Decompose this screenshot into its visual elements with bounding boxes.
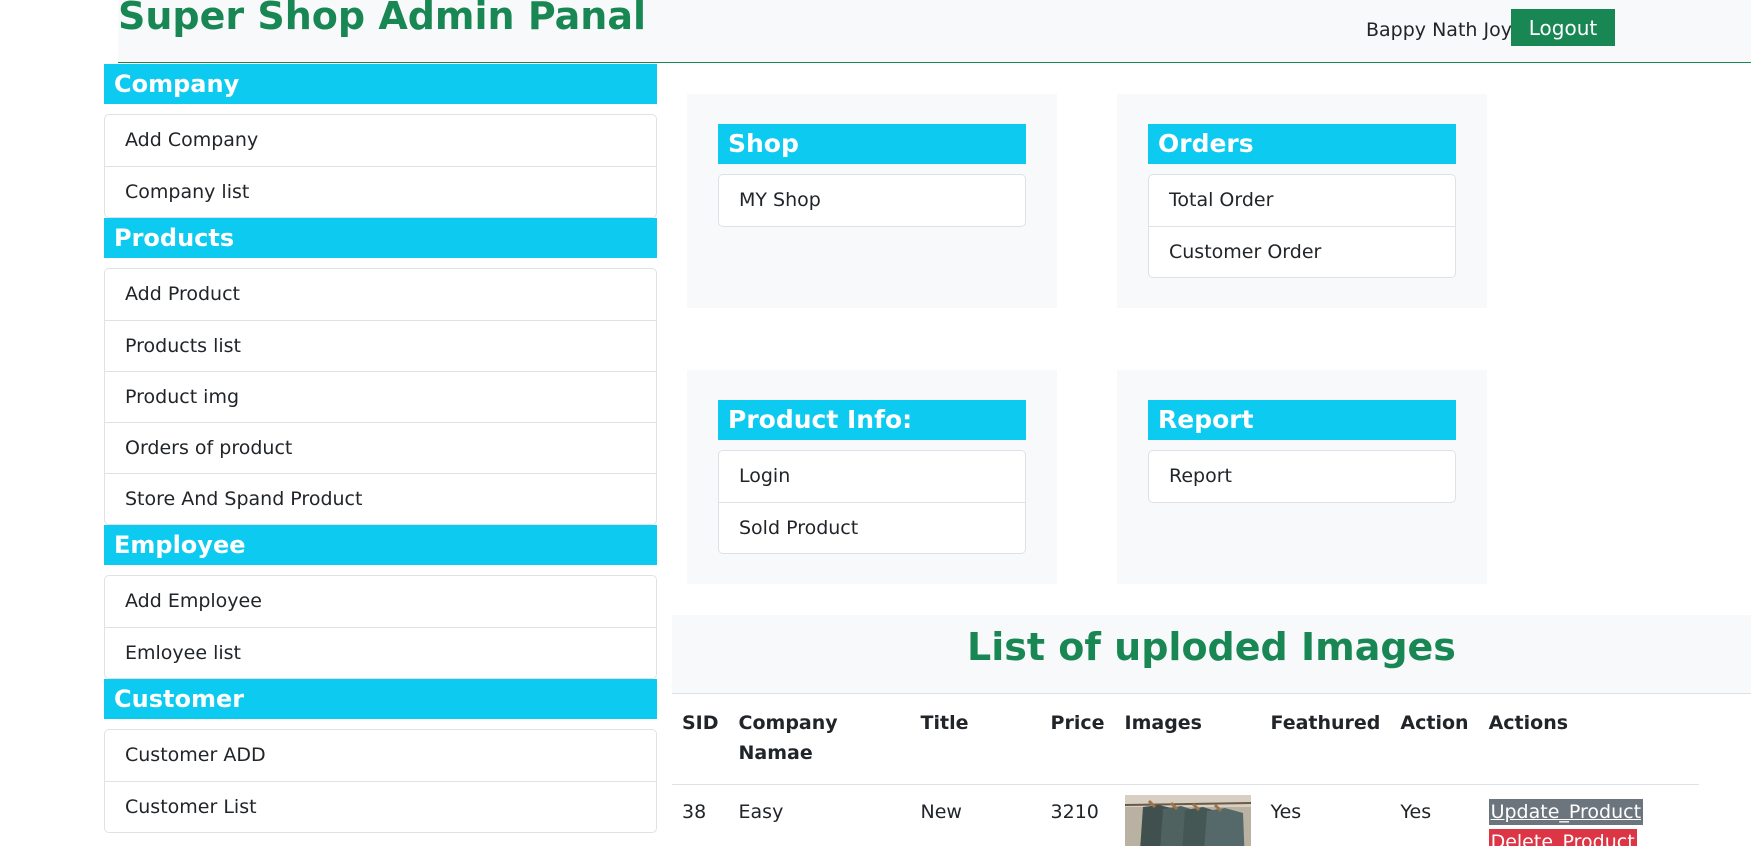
- card-list-shop: MY Shop: [718, 174, 1026, 227]
- cell-title: New: [910, 784, 1041, 846]
- sidebar-item-customer-add[interactable]: Customer ADD: [105, 730, 656, 781]
- card-header-product-info: Product Info:: [718, 400, 1026, 440]
- column-header-images: Images: [1124, 712, 1202, 734]
- sidebar-item-add-employee[interactable]: Add Employee: [105, 576, 656, 627]
- card-item-total-order[interactable]: Total Order: [1149, 175, 1455, 226]
- sidebar-item-products-list[interactable]: Products list: [105, 320, 656, 371]
- username-label: Bappy Nath Joy: [1366, 19, 1512, 41]
- card-shop: Shop MY Shop: [687, 94, 1057, 308]
- logout-button[interactable]: Logout: [1511, 9, 1615, 46]
- card-header-report: Report: [1148, 400, 1456, 440]
- top-navbar: Super Shop Admin Panal Bappy Nath Joy Lo…: [118, 0, 1751, 63]
- cell-company: Easy: [728, 784, 911, 846]
- sidebar-item-add-product[interactable]: Add Product: [105, 269, 656, 320]
- sidebar-list-products: Add Product Products list Product img Or…: [104, 268, 657, 525]
- delete-product-link[interactable]: Delete_Product: [1488, 829, 1637, 846]
- sidebar: Company Add Company Company list Product…: [104, 64, 657, 833]
- sidebar-list-employee: Add Employee Emloyee list: [104, 575, 657, 679]
- sidebar-item-company-list[interactable]: Company list: [105, 166, 656, 217]
- sidebar-list-customer: Customer ADD Customer List: [104, 729, 657, 833]
- sidebar-item-orders-of-product[interactable]: Orders of product: [105, 422, 656, 473]
- sidebar-header-customer: Customer: [104, 679, 657, 719]
- sidebar-item-employee-list[interactable]: Emloyee list: [105, 627, 656, 678]
- cell-image: [1114, 784, 1261, 846]
- column-header-sid: SID: [682, 712, 719, 734]
- card-product-info: Product Info: Login Sold Product: [687, 370, 1057, 584]
- sidebar-section-company: Company Add Company Company list: [104, 64, 657, 218]
- table-header-row: SID Company Namae Title Price Images Fea…: [672, 694, 1699, 785]
- card-orders: Orders Total Order Customer Order: [1117, 94, 1487, 308]
- card-item-my-shop[interactable]: MY Shop: [719, 175, 1025, 226]
- images-section-title: List of uploded Images: [967, 625, 1456, 669]
- column-header-company-name: Company Namae: [738, 712, 838, 764]
- column-header-featured: Feathured: [1270, 712, 1381, 734]
- card-item-customer-order[interactable]: Customer Order: [1149, 226, 1455, 277]
- card-list-product-info: Login Sold Product: [718, 450, 1026, 554]
- cell-action: Yes: [1390, 784, 1479, 846]
- sidebar-item-store-and-spand-product[interactable]: Store And Spand Product: [105, 473, 656, 524]
- table-row: 38 Easy New 3210 Yes Yes Update_Product …: [672, 784, 1699, 846]
- card-item-sold-product[interactable]: Sold Product: [719, 502, 1025, 553]
- sidebar-header-employee: Employee: [104, 525, 657, 565]
- sidebar-section-customer: Customer Customer ADD Customer List: [104, 679, 657, 833]
- cell-actions: Update_Product Delete_Product: [1478, 784, 1699, 846]
- sidebar-header-company: Company: [104, 64, 657, 104]
- card-item-report[interactable]: Report: [1149, 451, 1455, 502]
- cell-sid: 38: [672, 784, 729, 846]
- sidebar-section-products: Products Add Product Products list Produ…: [104, 218, 657, 525]
- uploaded-images-section: List of uploded Images SID Company Namae…: [672, 615, 1751, 846]
- site-title: Super Shop Admin Panal: [118, 0, 647, 38]
- column-header-title: Title: [920, 712, 969, 734]
- card-header-shop: Shop: [718, 124, 1026, 164]
- sidebar-list-company: Add Company Company list: [104, 114, 657, 218]
- column-header-actions: Actions: [1488, 712, 1569, 734]
- images-table-wrapper: SID Company Namae Title Price Images Fea…: [672, 693, 1751, 846]
- card-header-orders: Orders: [1148, 124, 1456, 164]
- sidebar-item-product-img[interactable]: Product img: [105, 371, 656, 422]
- card-report: Report Report: [1117, 370, 1487, 584]
- sidebar-header-products: Products: [104, 218, 657, 258]
- card-list-orders: Total Order Customer Order: [1148, 174, 1456, 278]
- sidebar-section-employee: Employee Add Employee Emloyee list: [104, 525, 657, 679]
- card-list-report: Report: [1148, 450, 1456, 503]
- cell-price: 3210: [1040, 784, 1115, 846]
- card-item-login[interactable]: Login: [719, 451, 1025, 502]
- column-header-price: Price: [1050, 712, 1105, 734]
- cell-featured: Yes: [1260, 784, 1391, 846]
- clothing-rack-photo: [1124, 795, 1251, 846]
- sidebar-item-add-company[interactable]: Add Company: [105, 115, 656, 166]
- sidebar-item-customer-list[interactable]: Customer List: [105, 781, 656, 832]
- images-table: SID Company Namae Title Price Images Fea…: [672, 694, 1699, 846]
- column-header-action: Action: [1400, 712, 1469, 734]
- update-product-link[interactable]: Update_Product: [1488, 799, 1644, 825]
